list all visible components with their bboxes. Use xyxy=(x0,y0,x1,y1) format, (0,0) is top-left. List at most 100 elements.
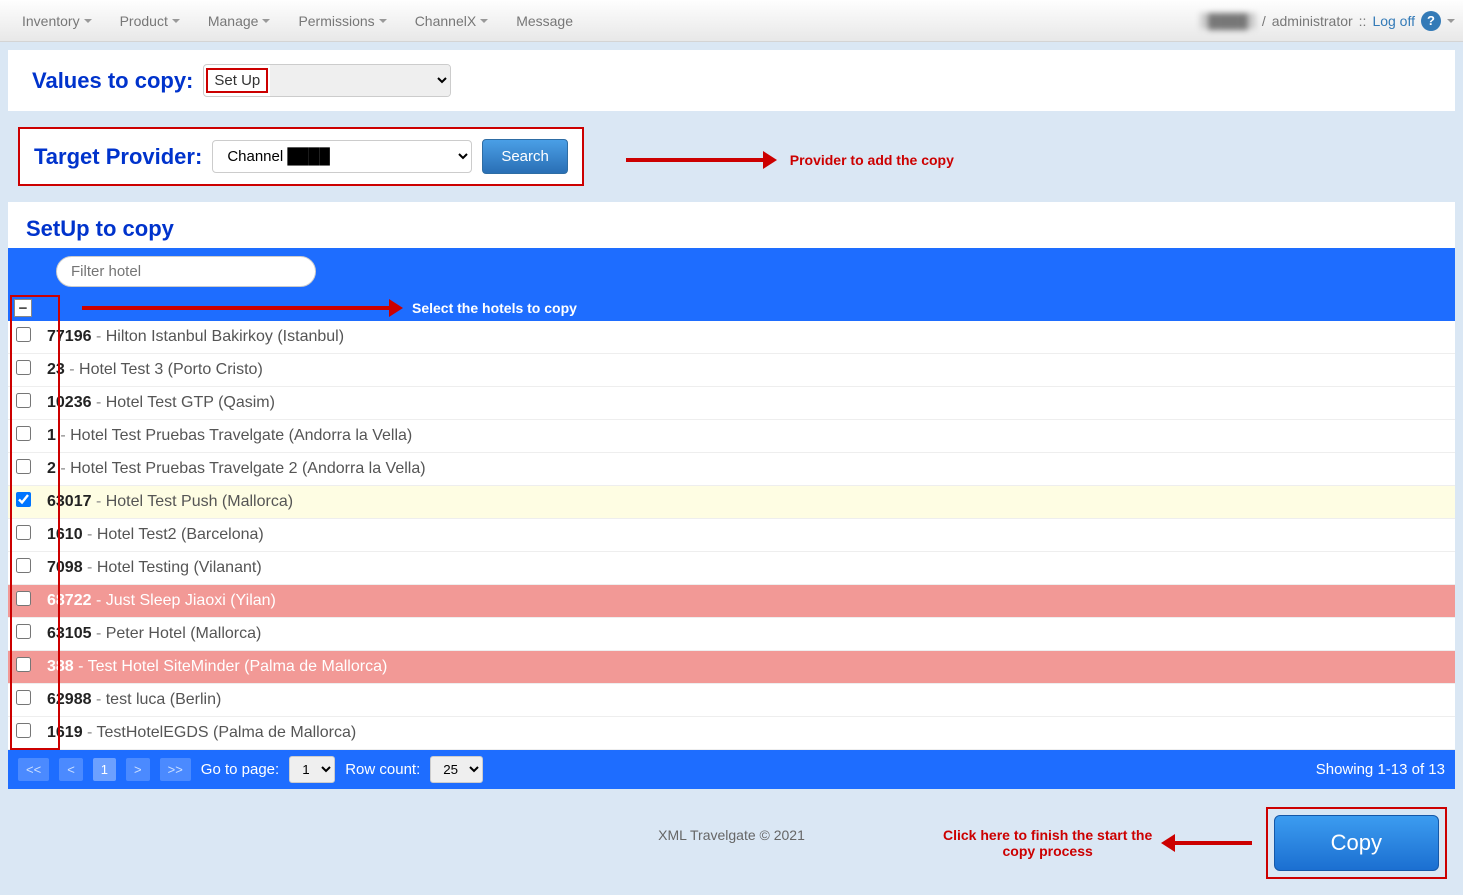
pagination-bar: << < 1 > >> Go to page: 1 Row count: 25 … xyxy=(8,750,1455,789)
target-provider-box: Target Provider: Channel ████ Search xyxy=(18,127,584,186)
hotel-row: 77196 - Hilton Istanbul Bakirkoy (Istanb… xyxy=(8,321,1455,354)
hotel-name: Hotel Test Pruebas Travelgate 2 (Andorra… xyxy=(70,460,425,477)
hotel-id: 63105 xyxy=(47,625,92,642)
hotel-checkbox[interactable] xyxy=(16,459,31,474)
hotel-name: Peter Hotel (Mallorca) xyxy=(106,625,262,642)
hotel-row: 62988 - test luca (Berlin) xyxy=(8,684,1455,717)
hotel-checkbox[interactable] xyxy=(16,723,31,738)
nav-item-permissions[interactable]: Permissions xyxy=(284,3,400,39)
select-hotels-annotation: Select the hotels to copy xyxy=(412,300,577,316)
footer: XML Travelgate © 2021 Click here to fini… xyxy=(0,797,1463,863)
hotel-checkbox[interactable] xyxy=(16,393,31,408)
hotel-checkbox[interactable] xyxy=(16,492,31,507)
hotel-checkbox[interactable] xyxy=(16,624,31,639)
hotel-id: 2 xyxy=(47,460,56,477)
nav-item-product[interactable]: Product xyxy=(106,3,194,39)
hotel-checkbox[interactable] xyxy=(16,690,31,705)
logoff-link[interactable]: Log off xyxy=(1372,13,1415,29)
copy-button-highlight: Copy xyxy=(1266,807,1447,879)
user-role: administrator xyxy=(1272,13,1353,29)
hotel-row: 1610 - Hotel Test2 (Barcelona) xyxy=(8,519,1455,552)
hotel-id: 77196 xyxy=(47,328,92,345)
target-provider-select[interactable]: Channel ████ xyxy=(212,140,472,173)
showing-text: Showing 1-13 of 13 xyxy=(1316,761,1445,778)
hotel-name: Just Sleep Jiaoxi (Yilan) xyxy=(106,592,276,609)
nav-item-message[interactable]: Message xyxy=(502,3,587,39)
page-prev-button[interactable]: < xyxy=(59,758,83,781)
row-count-select[interactable]: 25 xyxy=(430,756,483,783)
user-name-obscured: ████ xyxy=(1200,13,1256,29)
provider-annotation: Provider to add the copy xyxy=(790,152,954,168)
nav-item-channelx[interactable]: ChannelX xyxy=(401,3,503,39)
hotel-row: 63105 - Peter Hotel (Mallorca) xyxy=(8,618,1455,651)
hotel-id: 7098 xyxy=(47,559,83,576)
hotel-row: 1619 - TestHotelEGDS (Palma de Mallorca) xyxy=(8,717,1455,750)
help-caret-icon[interactable] xyxy=(1447,19,1455,23)
select-all-row: − Select the hotels to copy xyxy=(8,295,1455,321)
caret-down-icon xyxy=(379,19,387,23)
hotel-checkbox[interactable] xyxy=(16,360,31,375)
hotel-row: 63017 - Hotel Test Push (Mallorca) xyxy=(8,486,1455,519)
page-last-button[interactable]: >> xyxy=(160,758,191,781)
separator: :: xyxy=(1359,13,1367,29)
search-button[interactable]: Search xyxy=(482,139,568,174)
hotel-name: Hotel Test2 (Barcelona) xyxy=(97,526,264,543)
hotel-name: Hotel Testing (Vilanant) xyxy=(97,559,262,576)
hotel-checkbox[interactable] xyxy=(16,591,31,606)
caret-down-icon xyxy=(84,19,92,23)
hotel-id: 23 xyxy=(47,361,65,378)
hotel-row: 68722 - Just Sleep Jiaoxi (Yilan) xyxy=(8,585,1455,618)
top-nav: InventoryProductManagePermissionsChannel… xyxy=(0,0,1463,42)
hotel-row: 7098 - Hotel Testing (Vilanant) xyxy=(8,552,1455,585)
hotel-row: 10236 - Hotel Test GTP (Qasim) xyxy=(8,387,1455,420)
hotel-id: 1610 xyxy=(47,526,83,543)
values-to-copy-label: Values to copy: xyxy=(32,68,193,94)
nav-item-manage[interactable]: Manage xyxy=(194,3,285,39)
hotel-checkbox[interactable] xyxy=(16,426,31,441)
nav-user-area: ████ / administrator :: Log off ? xyxy=(1200,11,1455,31)
nav-item-inventory[interactable]: Inventory xyxy=(8,3,106,39)
values-to-copy-selected-highlight: Set Up xyxy=(206,68,268,93)
arrow-right-icon xyxy=(82,306,392,310)
arrow-right-icon xyxy=(626,158,766,162)
hotel-id: 68722 xyxy=(47,592,92,609)
go-to-page-select[interactable]: 1 xyxy=(289,756,335,783)
hotel-row: 388 - Test Hotel SiteMinder (Palma de Ma… xyxy=(8,651,1455,684)
page-number-button[interactable]: 1 xyxy=(93,758,116,781)
select-all-checkbox[interactable]: − xyxy=(14,299,32,317)
hotel-row: 2 - Hotel Test Pruebas Travelgate 2 (And… xyxy=(8,453,1455,486)
hotel-row: 1 - Hotel Test Pruebas Travelgate (Andor… xyxy=(8,420,1455,453)
arrow-left-icon xyxy=(1172,841,1252,845)
go-to-page-label: Go to page: xyxy=(201,761,279,778)
filter-bar xyxy=(8,248,1455,295)
hotel-name: Hotel Test Push (Mallorca) xyxy=(106,493,293,510)
hotel-name: test luca (Berlin) xyxy=(106,691,222,708)
hotel-checkbox[interactable] xyxy=(16,327,31,342)
footer-text: XML Travelgate © 2021 xyxy=(658,827,805,843)
hotel-name: Hotel Test 3 (Porto Cristo) xyxy=(79,361,263,378)
caret-down-icon xyxy=(480,19,488,23)
hotel-checkbox[interactable] xyxy=(16,657,31,672)
hotel-checkbox[interactable] xyxy=(16,558,31,573)
hotel-id: 1619 xyxy=(47,724,83,741)
hotel-name: Test Hotel SiteMinder (Palma de Mallorca… xyxy=(88,658,388,675)
hotel-row: 23 - Hotel Test 3 (Porto Cristo) xyxy=(8,354,1455,387)
hotel-id: 1 xyxy=(47,427,56,444)
help-icon[interactable]: ? xyxy=(1421,11,1441,31)
hotel-table: 77196 - Hilton Istanbul Bakirkoy (Istanb… xyxy=(8,321,1455,750)
filter-hotel-input[interactable] xyxy=(56,256,316,287)
setup-heading: SetUp to copy xyxy=(26,216,174,242)
copy-annotation: Click here to finish the start the copy … xyxy=(938,827,1158,859)
values-to-copy-select[interactable] xyxy=(270,65,450,96)
page-next-button[interactable]: > xyxy=(126,758,150,781)
hotel-name: Hotel Test Pruebas Travelgate (Andorra l… xyxy=(70,427,412,444)
setup-to-copy-panel: SetUp to copy − Select the hotels to cop… xyxy=(8,202,1455,789)
hotel-id: 62988 xyxy=(47,691,92,708)
hotel-name: TestHotelEGDS (Palma de Mallorca) xyxy=(97,724,357,741)
values-to-copy-select-wrap: Set Up xyxy=(203,64,451,97)
hotel-name: Hotel Test GTP (Qasim) xyxy=(106,394,275,411)
hotel-checkbox[interactable] xyxy=(16,525,31,540)
hotel-id: 388 xyxy=(47,658,74,675)
copy-button[interactable]: Copy xyxy=(1274,815,1439,871)
page-first-button[interactable]: << xyxy=(18,758,49,781)
